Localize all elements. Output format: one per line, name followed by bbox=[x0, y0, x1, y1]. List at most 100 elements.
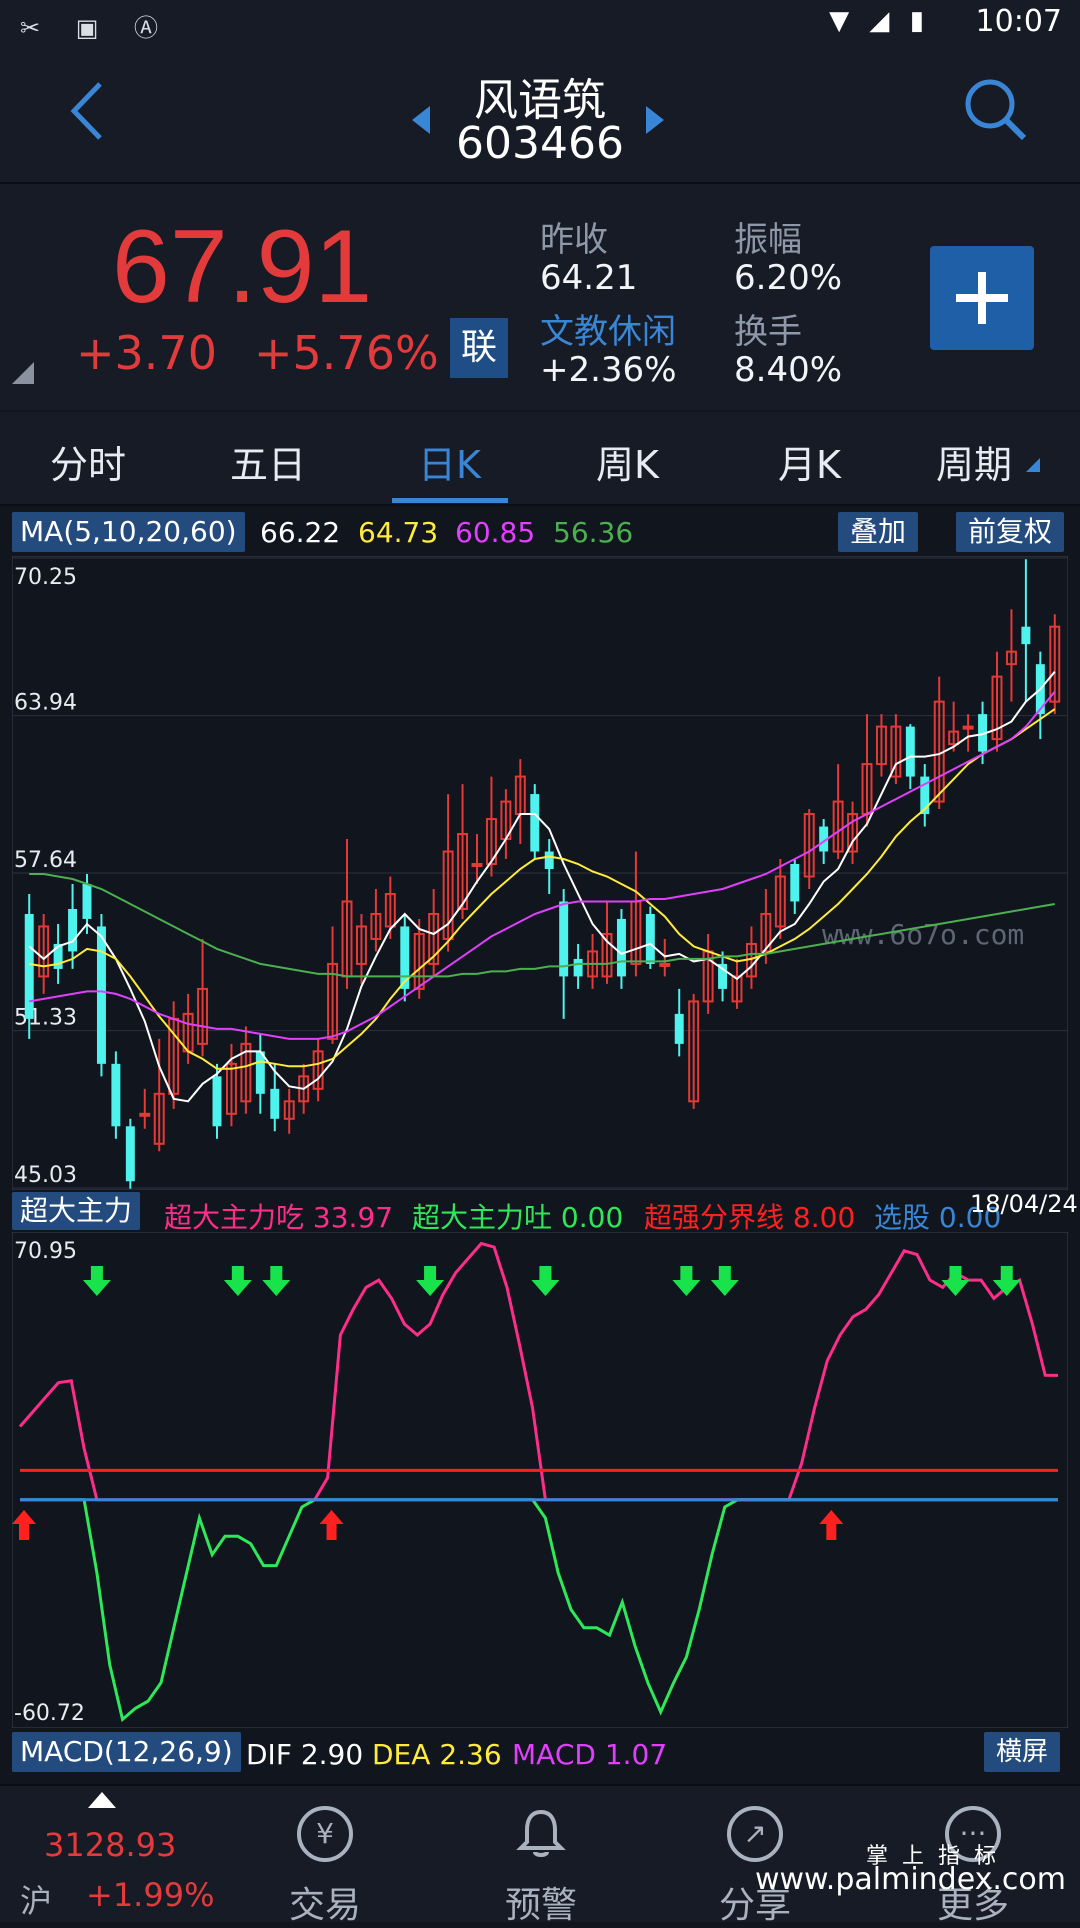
price-change: +3.70 bbox=[76, 326, 217, 380]
ma5-value: 66.22 bbox=[260, 516, 341, 549]
turnover-label: 换手 bbox=[734, 312, 802, 352]
legend-chi-value: 33.97 bbox=[312, 1201, 394, 1234]
y-tick-label: 70.95 bbox=[14, 1239, 77, 1264]
amplitude-label: 振幅 bbox=[734, 220, 802, 260]
legend-chi-label: 超大主力吃 bbox=[164, 1201, 305, 1234]
candle-body bbox=[544, 851, 554, 870]
candle-body bbox=[962, 725, 974, 730]
ma10-value: 64.73 bbox=[358, 516, 439, 549]
candle-body bbox=[68, 908, 78, 952]
nav-trade[interactable]: ¥ 交易 bbox=[250, 1806, 400, 1928]
macd-legend: MACD(12,26,9) DIF 2.90 DEA 2.36 MACD 1.0… bbox=[0, 1730, 1080, 1776]
candlestick-chart[interactable]: 70.25 63.94 57.64 51.33 45.03 www.6o7o.com bbox=[12, 556, 1068, 1190]
turnover-value: 8.40% bbox=[734, 350, 843, 390]
indicator-frame bbox=[12, 1232, 1068, 1728]
date-label: 18/04/24 bbox=[970, 1190, 1078, 1218]
yen-icon: ¥ bbox=[297, 1806, 353, 1862]
landscape-button[interactable]: 横屏 bbox=[984, 1732, 1061, 1772]
ma-settings-button[interactable]: MA(5,10,20,60) bbox=[12, 512, 245, 552]
prev-close-label: 昨收 bbox=[540, 220, 608, 260]
y-tick-label: 70.25 bbox=[14, 565, 77, 590]
candle-body bbox=[270, 1088, 280, 1119]
macd-value: 1.07 bbox=[604, 1738, 668, 1771]
tab-weekly-k[interactable]: 周K bbox=[596, 434, 659, 489]
top-bar: 风语筑 603466 bbox=[0, 46, 1080, 184]
candle-body bbox=[24, 913, 34, 1019]
candle-body bbox=[659, 962, 671, 967]
candle-body bbox=[573, 958, 583, 977]
period-dropdown-icon bbox=[1026, 458, 1040, 472]
candle-body bbox=[674, 1013, 684, 1044]
adjust-button[interactable]: 前复权 bbox=[956, 512, 1065, 552]
macd-label: MACD bbox=[512, 1738, 596, 1771]
period-tabs: 分时 五日 日K 周K 月K 周期 bbox=[0, 412, 1080, 506]
candle-body bbox=[471, 863, 483, 868]
search-icon[interactable] bbox=[960, 74, 1030, 144]
y-tick-label: 45.03 bbox=[14, 1163, 77, 1188]
overlay-button[interactable]: 叠加 bbox=[838, 512, 919, 552]
dif-readout: DIF 2.90 bbox=[246, 1738, 363, 1771]
quote-panel: 67.91 +3.70 +5.76% 联 昨收 64.21 文教休闲 +2.36… bbox=[0, 184, 1080, 410]
y-tick-label: -60.72 bbox=[14, 1701, 85, 1726]
nav-alert-label: 预警 bbox=[504, 1885, 577, 1926]
ma20-value: 60.85 bbox=[455, 516, 536, 549]
candle-body bbox=[139, 1112, 151, 1117]
candle-body bbox=[616, 918, 626, 977]
nav-alert[interactable]: 预警 bbox=[466, 1806, 616, 1928]
index-name: 沪 bbox=[20, 1882, 53, 1920]
dea-readout: DEA 2.36 bbox=[372, 1738, 502, 1771]
legend-tu-value: 0.00 bbox=[560, 1201, 624, 1234]
candle-body bbox=[905, 726, 915, 777]
lian-badge[interactable]: 联 bbox=[450, 318, 508, 378]
next-stock-icon[interactable] bbox=[646, 106, 664, 134]
macd-select-button[interactable]: MACD(12,26,9) bbox=[12, 1732, 241, 1772]
dea-label: DEA bbox=[372, 1738, 431, 1771]
status-bar: ✂ ▣ Ⓐ ▼ ◢ ▮ 10:07 bbox=[0, 0, 1080, 46]
ma60-value: 56.36 bbox=[553, 516, 634, 549]
clock: 10:07 bbox=[975, 4, 1062, 39]
indicator-select-button[interactable]: 超大主力 bbox=[12, 1192, 141, 1230]
macd-readout: MACD 1.07 bbox=[512, 1738, 667, 1771]
indicator-chart[interactable]: 70.95 -60.72 bbox=[12, 1232, 1068, 1728]
stock-code: 603466 bbox=[456, 118, 624, 169]
add-watchlist-button[interactable] bbox=[930, 246, 1034, 350]
legend-boundary: 超强分界线 8.00 bbox=[644, 1196, 855, 1236]
chart-watermark: www.6o7o.com bbox=[822, 918, 1024, 951]
expand-index-icon[interactable] bbox=[88, 1792, 116, 1808]
index-change: +1.99% bbox=[86, 1876, 215, 1914]
sector-link[interactable]: 文教休闲 bbox=[540, 304, 676, 353]
ma-legend: MA(5,10,20,60) 66.22 64.73 60.85 56.36 叠… bbox=[0, 506, 1080, 556]
amplitude-value: 6.20% bbox=[734, 258, 843, 298]
y-tick-label: 51.33 bbox=[14, 1006, 77, 1031]
tab-period[interactable]: 周期 bbox=[936, 434, 1012, 489]
tab-monthly-k[interactable]: 月K bbox=[778, 434, 841, 489]
dea-value: 2.36 bbox=[439, 1738, 502, 1771]
legend-boundary-label: 超强分界线 bbox=[644, 1201, 785, 1234]
notification-icons: ✂ ▣ Ⓐ bbox=[20, 14, 173, 42]
candle-body bbox=[111, 1063, 121, 1127]
watermark-text: www.palmindex.com bbox=[754, 1862, 1066, 1897]
sector-value: +2.36% bbox=[540, 350, 677, 390]
tab-five-day[interactable]: 五日 bbox=[230, 434, 306, 489]
legend-chi: 超大主力吃 33.97 bbox=[164, 1196, 393, 1236]
share-icon: ↗ bbox=[727, 1806, 783, 1862]
y-tick-label: 57.64 bbox=[14, 848, 77, 873]
tab-intraday[interactable]: 分时 bbox=[50, 434, 126, 489]
index-value[interactable]: 3128.93 bbox=[44, 1826, 176, 1864]
y-tick-label: 63.94 bbox=[14, 691, 77, 716]
tab-daily-k[interactable]: 日K bbox=[418, 434, 481, 489]
bell-icon bbox=[516, 1809, 566, 1857]
legend-boundary-value: 8.00 bbox=[792, 1201, 856, 1234]
candle-body bbox=[125, 1126, 135, 1182]
nav-trade-label: 交易 bbox=[288, 1885, 361, 1926]
current-price: 67.91 bbox=[112, 209, 373, 325]
candle-body bbox=[1021, 626, 1031, 645]
candle-body bbox=[212, 1076, 222, 1127]
system-icons: ▼ ◢ ▮ bbox=[829, 6, 930, 36]
candle-body bbox=[645, 913, 655, 964]
candle-body bbox=[96, 926, 106, 1064]
active-tab-indicator bbox=[392, 498, 508, 503]
dif-label: DIF bbox=[246, 1738, 292, 1771]
price-change-pct: +5.76% bbox=[254, 326, 439, 380]
candle-body bbox=[530, 794, 540, 852]
